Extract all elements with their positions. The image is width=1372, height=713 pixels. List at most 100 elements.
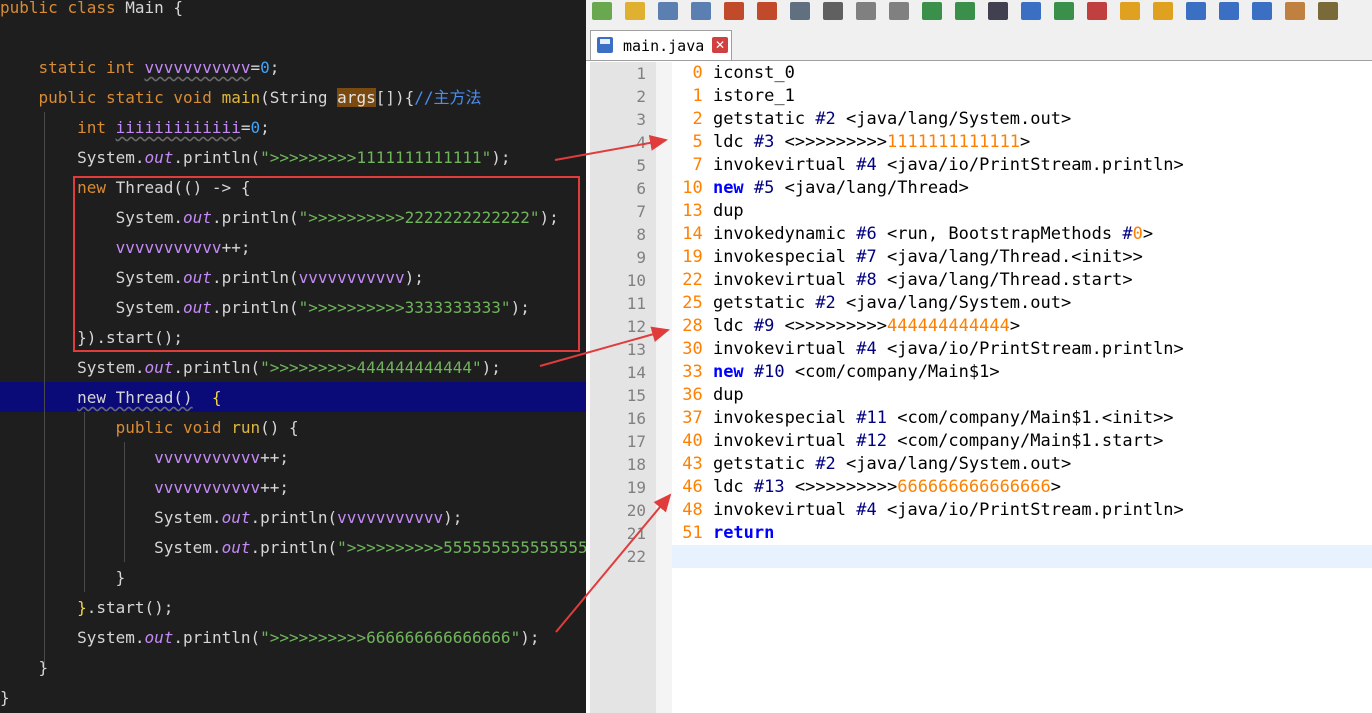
bytecode-token: #5 bbox=[753, 178, 775, 198]
bytecode-token: 22 bbox=[672, 270, 713, 290]
bytecode-token: istore_1 bbox=[712, 86, 795, 106]
bytecode-line: 13 dup bbox=[672, 200, 743, 223]
code-token: out bbox=[221, 508, 251, 527]
code-token: .println( bbox=[250, 538, 338, 557]
save-all-icon[interactable] bbox=[691, 2, 711, 20]
code-line: } bbox=[0, 687, 586, 713]
code-token: .println( bbox=[250, 508, 338, 527]
code-token: .start(); bbox=[86, 598, 174, 617]
print-icon[interactable] bbox=[790, 2, 810, 20]
bytecode-token: <java/io/PrintStream.println> bbox=[876, 339, 1184, 359]
code-token: public bbox=[0, 0, 68, 17]
sync-v-icon[interactable] bbox=[1120, 2, 1140, 20]
bytecode-token: #10 bbox=[753, 362, 785, 382]
code-token: public bbox=[38, 88, 106, 107]
bytecode-token: 1 bbox=[672, 86, 713, 106]
bytecode-token: #8 bbox=[856, 270, 877, 290]
bytecode-token: <java/lang/Thread.start> bbox=[876, 270, 1133, 290]
bytecode-token: <com/company/Main$1> bbox=[784, 362, 1000, 382]
line-number: 2 bbox=[636, 87, 646, 106]
code-line: public class Main { bbox=[0, 0, 586, 27]
bytecode-token: #7 bbox=[856, 247, 877, 267]
zoom-out-icon[interactable] bbox=[1087, 2, 1107, 20]
bytecode-token: new bbox=[712, 362, 744, 382]
bytecode-token: invokevirtual bbox=[712, 431, 857, 451]
indent-guide bbox=[124, 442, 125, 562]
bytecode-line: 5 ldc #3 <>>>>>>>>>1111111111111> bbox=[672, 131, 1030, 154]
code-token: run bbox=[231, 418, 261, 437]
code-token: ">>>>>>>>>>666666666666666" bbox=[260, 628, 521, 647]
line-number: 15 bbox=[626, 386, 646, 405]
map-icon[interactable] bbox=[1318, 2, 1338, 20]
new-icon[interactable] bbox=[592, 2, 612, 20]
bytecode-token: # bbox=[1122, 224, 1133, 244]
undo-icon[interactable] bbox=[922, 2, 942, 20]
bytecode-token: <java/lang/System.out> bbox=[835, 109, 1072, 129]
bytecode-token: 5 bbox=[672, 132, 713, 152]
redo-icon[interactable] bbox=[955, 2, 975, 20]
close-all-icon[interactable] bbox=[757, 2, 777, 20]
bytecode-token: 40 bbox=[672, 431, 713, 451]
open-icon[interactable] bbox=[625, 2, 645, 20]
bytecode-token: 51 bbox=[672, 523, 713, 543]
bytecode-token: getstatic bbox=[712, 109, 816, 129]
bytecode-line: 14 invokedynamic #6 <run, BootstrapMetho… bbox=[672, 223, 1153, 246]
code-token: () { bbox=[260, 418, 299, 437]
bytecode-token: <java/io/PrintStream.println> bbox=[876, 500, 1184, 520]
bytecode-token: #3 bbox=[753, 132, 775, 152]
copy-icon[interactable] bbox=[856, 2, 876, 20]
bytecode-line: 33 new #10 <com/company/Main$1> bbox=[672, 361, 1000, 384]
show-all-icon[interactable] bbox=[1219, 2, 1239, 20]
code-token: ">>>>>>>>>444444444444" bbox=[260, 358, 482, 377]
bytecode-token: 37 bbox=[672, 408, 713, 428]
tab-label: main.java bbox=[623, 37, 705, 55]
code-token: out bbox=[144, 628, 174, 647]
zoom-in-icon[interactable] bbox=[1054, 2, 1074, 20]
bytecode-line: 19 invokespecial #7 <java/lang/Thread.<i… bbox=[672, 246, 1143, 269]
line-number: 22 bbox=[626, 547, 646, 566]
line-number: 17 bbox=[626, 432, 646, 451]
bytecode-line: 25 getstatic #2 <java/lang/System.out> bbox=[672, 292, 1071, 315]
line-number: 13 bbox=[626, 340, 646, 359]
code-token: ); bbox=[491, 148, 511, 167]
code-token: int bbox=[105, 58, 145, 77]
bytecode-token: ldc bbox=[712, 477, 754, 497]
wrap-icon[interactable] bbox=[1186, 2, 1206, 20]
bytecode-token: <java/lang/System.out> bbox=[835, 454, 1072, 474]
indent-guide-icon[interactable] bbox=[1252, 2, 1272, 20]
line-number: 20 bbox=[626, 501, 646, 520]
replace-icon[interactable] bbox=[1021, 2, 1041, 20]
bytecode-token bbox=[744, 362, 754, 382]
code-token: ; bbox=[260, 118, 270, 137]
code-token: vvvvvvvvvvv bbox=[144, 58, 251, 77]
cut-icon[interactable] bbox=[823, 2, 843, 20]
bytecode-token: 1111111111111 bbox=[886, 132, 1021, 152]
bytecode-token: 48 bbox=[672, 500, 713, 520]
code-token: []){ bbox=[375, 88, 415, 107]
line-number: 12 bbox=[626, 317, 646, 336]
tab-main-java[interactable]: main.java ✕ bbox=[590, 30, 732, 60]
lang-icon[interactable] bbox=[1285, 2, 1305, 20]
code-token: class bbox=[67, 0, 126, 17]
code-token: ">>>>>>>>>>555555555555555" bbox=[337, 538, 586, 557]
close-icon[interactable] bbox=[724, 2, 744, 20]
bytecode-token: iconst_0 bbox=[712, 63, 795, 83]
sync-h-icon[interactable] bbox=[1153, 2, 1173, 20]
save-icon[interactable] bbox=[658, 2, 678, 20]
paste-icon[interactable] bbox=[889, 2, 909, 20]
code-line: public void run() { bbox=[0, 417, 586, 447]
code-token: //主方法 bbox=[414, 88, 482, 107]
find-icon[interactable] bbox=[988, 2, 1008, 20]
bytecode-token: invokedynamic bbox=[712, 224, 857, 244]
bytecode-token: invokevirtual bbox=[712, 270, 857, 290]
bytecode-token: 46 bbox=[672, 477, 713, 497]
code-line: new Thread() { bbox=[0, 387, 586, 417]
bytecode-line: 48 invokevirtual #4 <java/io/PrintStream… bbox=[672, 499, 1184, 522]
bytecode-token: #4 bbox=[856, 155, 877, 175]
bytecode-token: 33 bbox=[672, 362, 713, 382]
bytecode-token: <java/lang/Thread.<init>> bbox=[876, 247, 1143, 267]
close-tab-icon[interactable]: ✕ bbox=[712, 37, 728, 53]
code-token: ">>>>>>>>>1111111111111" bbox=[260, 148, 492, 167]
code-token: System. bbox=[0, 628, 145, 647]
code-line: public static void main(String args[]){/… bbox=[0, 87, 586, 117]
